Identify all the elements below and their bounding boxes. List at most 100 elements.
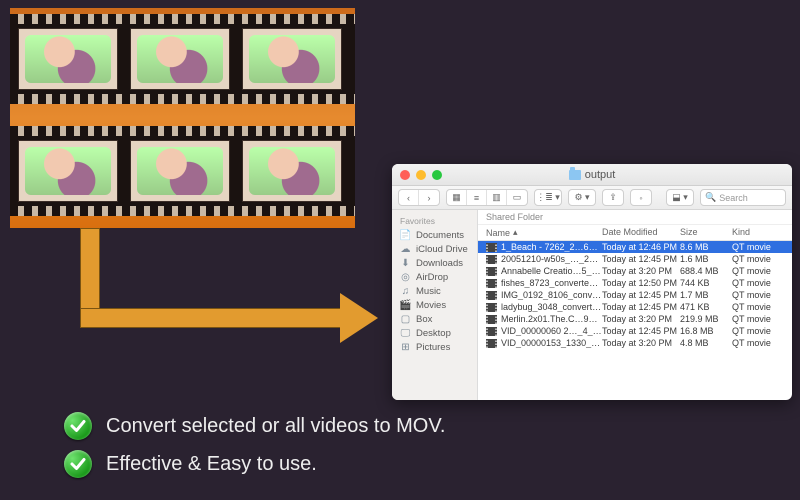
- file-row[interactable]: VID_00000153_1330_converted.MOVToday at …: [478, 337, 792, 349]
- file-size: 1.7 MB: [680, 290, 732, 300]
- file-size: 471 KB: [680, 302, 732, 312]
- music-icon: ♫: [400, 286, 411, 297]
- file-date: Today at 12:45 PM: [602, 302, 680, 312]
- airdrop-icon: ◎: [400, 272, 411, 283]
- file-row[interactable]: 20051210-w50s_…_2_converted.MOVToday at …: [478, 253, 792, 265]
- view-mode-group[interactable]: ▦ ≡ ▥ ▭: [446, 189, 528, 206]
- forward-button[interactable]: ›: [419, 190, 439, 205]
- file-row[interactable]: 1_Beach - 7262_2…6_converted.MOVToday at…: [478, 241, 792, 253]
- file-date: Today at 3:20 PM: [602, 266, 680, 276]
- file-row[interactable]: fishes_8723_converted.MOVToday at 12:50 …: [478, 277, 792, 289]
- column-size[interactable]: Size: [680, 227, 732, 238]
- sidebar-item-label: Box: [416, 314, 432, 325]
- file-kind: QT movie: [732, 302, 784, 312]
- bullet-2: Effective & Easy to use.: [64, 450, 445, 478]
- finder-toolbar: ‹ › ▦ ≡ ▥ ▭ ⋮≣ ▾ ⚙ ▾ ⇪ ◦ ⬓ ▾ 🔍 Search: [392, 186, 792, 210]
- file-kind: QT movie: [732, 314, 784, 324]
- list-view-button[interactable]: ≡: [467, 190, 487, 205]
- cloud-icon: ☁: [400, 244, 411, 255]
- icon-view-button[interactable]: ▦: [447, 190, 467, 205]
- share-button[interactable]: ⇪: [602, 189, 624, 206]
- file-row[interactable]: Annabelle Creatio…5_converted.MOVToday a…: [478, 265, 792, 277]
- movie-file-icon: [486, 255, 497, 264]
- file-size: 8.6 MB: [680, 242, 732, 252]
- file-date: Today at 12:45 PM: [602, 326, 680, 336]
- column-kind[interactable]: Kind: [732, 227, 784, 238]
- feature-bullets: Convert selected or all videos to MOV. E…: [64, 412, 445, 488]
- column-headers[interactable]: Name ▴ Date Modified Size Kind: [478, 225, 792, 241]
- sidebar-item-downloads[interactable]: ⬇Downloads: [392, 256, 477, 270]
- column-view-button[interactable]: ▥: [487, 190, 507, 205]
- file-kind: QT movie: [732, 242, 784, 252]
- close-button[interactable]: [400, 170, 410, 180]
- folder-icon: ▢: [400, 314, 411, 325]
- finder-titlebar: output: [392, 164, 792, 186]
- arrange-button[interactable]: ⋮≣ ▾: [535, 190, 561, 205]
- search-input[interactable]: 🔍 Search: [700, 189, 786, 206]
- file-kind: QT movie: [732, 338, 784, 348]
- movie-icon: 🎬: [400, 300, 411, 311]
- gear-icon[interactable]: ⚙ ▾: [569, 190, 595, 205]
- tags-button[interactable]: ◦: [630, 189, 652, 206]
- movie-file-icon: [486, 267, 497, 276]
- file-size: 219.9 MB: [680, 314, 732, 324]
- sidebar-item-airdrop[interactable]: ◎AirDrop: [392, 270, 477, 284]
- minimize-button[interactable]: [416, 170, 426, 180]
- desktop-icon: 🖵: [400, 328, 411, 339]
- file-size: 688.4 MB: [680, 266, 732, 276]
- filmstrip-image: [10, 8, 355, 228]
- sidebar-item-label: Movies: [416, 300, 446, 311]
- file-row[interactable]: IMG_0192_8106_converted.MOVToday at 12:4…: [478, 289, 792, 301]
- file-row[interactable]: ladybug_3048_converted.MOVToday at 12:45…: [478, 301, 792, 313]
- tag-icon[interactable]: ◦: [631, 190, 651, 205]
- sidebar-item-box[interactable]: ▢ Box: [392, 312, 477, 326]
- finder-window: output ‹ › ▦ ≡ ▥ ▭ ⋮≣ ▾ ⚙ ▾ ⇪ ◦ ⬓ ▾ �: [392, 164, 792, 400]
- back-button[interactable]: ‹: [399, 190, 419, 205]
- file-kind: QT movie: [732, 266, 784, 276]
- sidebar-item-documents[interactable]: 📄Documents: [392, 228, 477, 242]
- file-name: VID_00000060 2…_4_converted.MOV: [501, 326, 602, 336]
- bullet-text: Convert selected or all videos to MOV.: [106, 415, 445, 438]
- arrow-icon: [80, 228, 380, 368]
- sort-asc-icon: ▴: [513, 227, 518, 238]
- zoom-button[interactable]: [432, 170, 442, 180]
- file-row[interactable]: Merlin.2x01.The.C…9_converted.MOVToday a…: [478, 313, 792, 325]
- file-kind: QT movie: [732, 254, 784, 264]
- sidebar-item-pictures[interactable]: ⊞Pictures: [392, 340, 477, 354]
- dropbox-button[interactable]: ⬓ ▾: [666, 189, 694, 206]
- finder-sidebar: Favorites 📄Documents☁iCloud Drive⬇Downlo…: [392, 210, 478, 400]
- sidebar-item-music[interactable]: ♫Music: [392, 284, 477, 298]
- window-title: output: [585, 169, 616, 181]
- file-date: Today at 3:20 PM: [602, 338, 680, 348]
- column-date[interactable]: Date Modified: [602, 227, 680, 238]
- nav-back-forward[interactable]: ‹ ›: [398, 189, 440, 206]
- file-kind: QT movie: [732, 326, 784, 336]
- sidebar-item-label: Downloads: [416, 258, 463, 269]
- dropbox-icon[interactable]: ⬓ ▾: [667, 190, 693, 205]
- file-name: IMG_0192_8106_converted.MOV: [501, 290, 602, 300]
- sidebar-item-movies[interactable]: 🎬 Movies: [392, 298, 477, 312]
- file-name: 1_Beach - 7262_2…6_converted.MOV: [501, 242, 602, 252]
- file-size: 16.8 MB: [680, 326, 732, 336]
- file-name: fishes_8723_converted.MOV: [501, 278, 602, 288]
- gallery-view-button[interactable]: ▭: [507, 190, 527, 205]
- file-name: Merlin.2x01.The.C…9_converted.MOV: [501, 314, 602, 324]
- arrange-menu[interactable]: ⋮≣ ▾: [534, 189, 562, 206]
- sidebar-item-icloud-drive[interactable]: ☁ iCloud Drive: [392, 242, 477, 256]
- sidebar-item-label: Pictures: [416, 342, 450, 353]
- movie-file-icon: [486, 327, 497, 336]
- share-icon[interactable]: ⇪: [603, 190, 623, 205]
- folder-icon: [569, 170, 581, 180]
- action-menu[interactable]: ⚙ ▾: [568, 189, 596, 206]
- movie-file-icon: [486, 303, 497, 312]
- file-size: 744 KB: [680, 278, 732, 288]
- file-row[interactable]: VID_00000060 2…_4_converted.MOVToday at …: [478, 325, 792, 337]
- bullet-1: Convert selected or all videos to MOV.: [64, 412, 445, 440]
- file-list: 1_Beach - 7262_2…6_converted.MOV Today at…: [478, 241, 792, 400]
- sidebar-item-desktop[interactable]: 🖵 Desktop: [392, 326, 477, 340]
- movie-file-icon: [486, 279, 497, 288]
- sidebar-item-label: Desktop: [416, 328, 451, 339]
- column-name[interactable]: Name: [486, 228, 510, 238]
- file-name: 20051210-w50s_…_2_converted.MOV: [501, 254, 602, 264]
- sidebar-item-label: iCloud Drive: [416, 244, 468, 255]
